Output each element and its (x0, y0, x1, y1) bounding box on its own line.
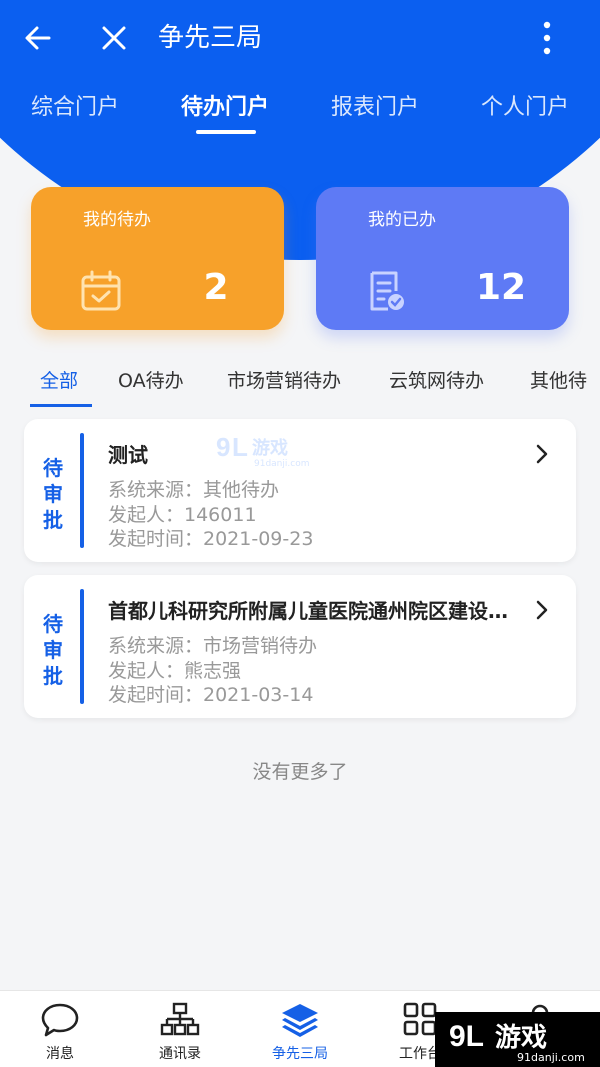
item-source: 系统来源：市场营销待办 (108, 635, 318, 657)
grid-icon (403, 1002, 437, 1036)
chevron-right-icon (536, 600, 548, 620)
arrow-left-icon (25, 26, 51, 50)
tab-comprehensive-portal[interactable]: 综合门户 (15, 88, 135, 128)
document-check-icon (370, 271, 404, 311)
filter-tab-oa[interactable]: OA待办 (118, 366, 184, 393)
item-initiator: 发起人：熊志强 (108, 660, 242, 682)
nav-label-home: 争先三局 (272, 1046, 328, 1062)
nav-label-messages: 消息 (46, 1046, 74, 1062)
watermark-brand: 游戏 (252, 437, 288, 459)
active-tab-indicator (196, 130, 256, 134)
chat-bubble-icon (41, 1003, 79, 1037)
my-done-label: 我的已办 (368, 210, 436, 230)
item-time: 发起时间：2021-09-23 (108, 528, 314, 550)
calendar-check-icon (81, 270, 121, 311)
item-initiator: 发起人：146011 (108, 504, 257, 526)
close-icon (102, 26, 126, 50)
more-menu-button[interactable] (525, 16, 569, 60)
watermark-logo: 9 L 游戏 91danji.com (216, 432, 309, 469)
nav-item-messages[interactable]: 消息 (0, 991, 120, 1067)
item-divider (80, 589, 84, 704)
watermark-site: 91danji.com (254, 459, 309, 469)
nav-item-contacts[interactable]: 通讯录 (120, 991, 240, 1067)
item-divider (80, 433, 84, 548)
item-status: 待审批 (43, 456, 63, 532)
more-vertical-icon (543, 21, 551, 55)
filter-tab-other[interactable]: 其他待 (530, 366, 587, 393)
filter-tab-indicator (30, 404, 92, 407)
todo-item-card[interactable]: 待审批 首都儿科研究所附属儿童医院通州院区建设… 系统来源：市场营销待办 发起人… (24, 575, 576, 718)
no-more-text: 没有更多了 (252, 761, 348, 783)
my-todo-label: 我的待办 (83, 210, 151, 230)
tab-personal-portal[interactable]: 个人门户 (465, 88, 585, 128)
svg-text:9L: 9L (449, 1020, 484, 1053)
top-bar: 争先三局 (0, 0, 600, 76)
portal-tabs: 综合门户 待办门户 报表门户 个人门户 (0, 88, 600, 138)
corner-watermark-logo: 9L 游戏 91danji.com (435, 1012, 600, 1067)
close-button[interactable] (92, 16, 136, 60)
filter-tabs: 全部 OA待办 市场营销待办 云筑网待办 其他待 (0, 360, 600, 410)
item-status: 待审批 (43, 612, 63, 688)
tab-report-portal[interactable]: 报表门户 (315, 88, 435, 128)
corner-logo-brand: 游戏 (495, 1023, 547, 1053)
nav-label-contacts: 通讯录 (159, 1046, 201, 1062)
svg-text:9: 9 (216, 432, 230, 462)
nav-item-home[interactable]: 争先三局 (240, 991, 360, 1067)
filter-tab-marketing[interactable]: 市场营销待办 (227, 366, 341, 393)
item-time: 发起时间：2021-03-14 (108, 684, 314, 706)
layers-icon (282, 1004, 318, 1037)
chevron-right-icon (536, 444, 548, 464)
svg-text:L: L (232, 432, 248, 462)
corner-logo-site: 91danji.com (517, 1051, 585, 1064)
back-button[interactable] (16, 16, 60, 60)
my-todo-card[interactable]: 我的待办 2 (31, 187, 284, 330)
item-source: 系统来源：其他待办 (108, 479, 280, 501)
filter-tab-yunzhu[interactable]: 云筑网待办 (389, 366, 484, 393)
corner-logo-graphic: 9L 游戏 91danji.com (449, 1020, 585, 1064)
filter-tab-all[interactable]: 全部 (40, 366, 78, 393)
my-done-count: 12 (475, 267, 527, 308)
tab-todo-portal[interactable]: 待办门户 (165, 88, 285, 128)
org-chart-icon (160, 1002, 200, 1036)
item-title: 测试 (108, 443, 148, 467)
page-title: 争先三局 (158, 23, 263, 53)
my-todo-count: 2 (203, 267, 229, 308)
item-title: 首都儿科研究所附属儿童医院通州院区建设… (108, 599, 508, 623)
my-done-card[interactable]: 我的已办 12 (316, 187, 569, 330)
